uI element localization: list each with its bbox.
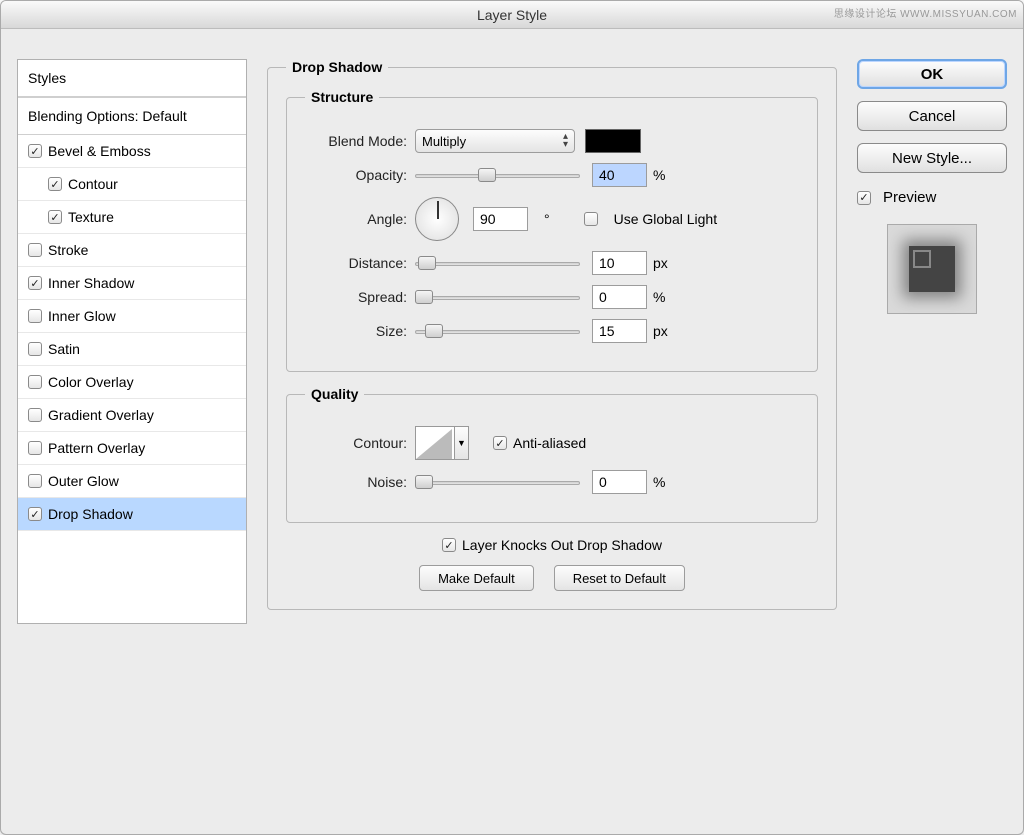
noise-slider[interactable] — [415, 472, 580, 492]
right-buttons: OK Cancel New Style... Preview — [857, 59, 1007, 624]
spread-unit: % — [653, 289, 665, 305]
style-item-label: Pattern Overlay — [48, 440, 145, 456]
noise-label: Noise: — [305, 474, 415, 490]
style-item-label: Gradient Overlay — [48, 407, 154, 423]
contour-dropdown-icon[interactable]: ▼ — [455, 426, 469, 460]
style-checkbox[interactable] — [28, 408, 42, 422]
distance-slider[interactable] — [415, 253, 580, 273]
angle-unit: ° — [544, 211, 550, 227]
opacity-input[interactable] — [592, 163, 647, 187]
opacity-unit: % — [653, 167, 665, 183]
style-item-contour[interactable]: Contour — [18, 168, 246, 201]
style-checkbox[interactable] — [28, 309, 42, 323]
quality-group: Quality Contour: ▼ Anti-aliased Noise: % — [286, 386, 818, 523]
style-checkbox[interactable] — [28, 441, 42, 455]
style-item-label: Inner Shadow — [48, 275, 134, 291]
style-item-outer-glow[interactable]: Outer Glow — [18, 465, 246, 498]
spread-slider[interactable] — [415, 287, 580, 307]
size-label: Size: — [305, 323, 415, 339]
spread-label: Spread: — [305, 289, 415, 305]
style-item-gradient-overlay[interactable]: Gradient Overlay — [18, 399, 246, 432]
opacity-label: Opacity: — [305, 167, 415, 183]
angle-dial[interactable] — [415, 197, 459, 241]
contour-label: Contour: — [305, 435, 415, 451]
styles-header[interactable]: Styles — [18, 60, 246, 97]
preview-label: Preview — [883, 189, 936, 206]
angle-label: Angle: — [305, 211, 415, 227]
global-light-checkbox[interactable] — [584, 212, 598, 226]
blend-mode-value: Multiply — [422, 134, 466, 149]
shadow-color-swatch[interactable] — [585, 129, 641, 153]
style-item-inner-glow[interactable]: Inner Glow — [18, 300, 246, 333]
global-light-label: Use Global Light — [614, 211, 718, 227]
panel-title: Drop Shadow — [286, 59, 388, 75]
antialias-label: Anti-aliased — [513, 435, 586, 451]
new-style-button[interactable]: New Style... — [857, 143, 1007, 173]
spread-input[interactable] — [592, 285, 647, 309]
style-item-satin[interactable]: Satin — [18, 333, 246, 366]
style-checkbox[interactable] — [48, 210, 62, 224]
style-item-label: Contour — [68, 176, 118, 192]
antialias-checkbox[interactable] — [493, 436, 507, 450]
watermark: 思缘设计论坛 WWW.MISSYUAN.COM — [834, 1, 1017, 29]
preview-checkbox[interactable] — [857, 191, 871, 205]
distance-unit: px — [653, 255, 668, 271]
style-item-label: Bevel & Emboss — [48, 143, 151, 159]
style-item-inner-shadow[interactable]: Inner Shadow — [18, 267, 246, 300]
style-checkbox[interactable] — [28, 144, 42, 158]
cancel-button[interactable]: Cancel — [857, 101, 1007, 131]
style-item-label: Inner Glow — [48, 308, 116, 324]
opacity-slider[interactable] — [415, 165, 580, 185]
main-panel: Drop Shadow Structure Blend Mode: Multip… — [267, 59, 837, 624]
blend-mode-label: Blend Mode: — [305, 133, 415, 149]
quality-legend: Quality — [305, 386, 364, 402]
style-item-drop-shadow[interactable]: Drop Shadow — [18, 498, 246, 531]
contour-thumbnail[interactable] — [415, 426, 455, 460]
distance-input[interactable] — [592, 251, 647, 275]
style-checkbox[interactable] — [28, 276, 42, 290]
style-item-bevel-emboss[interactable]: Bevel & Emboss — [18, 135, 246, 168]
knockout-label: Layer Knocks Out Drop Shadow — [462, 537, 662, 553]
blending-options[interactable]: Blending Options: Default — [18, 97, 246, 135]
structure-group: Structure Blend Mode: Multiply ▴▾ Opacit… — [286, 89, 818, 372]
style-checkbox[interactable] — [28, 507, 42, 521]
noise-unit: % — [653, 474, 665, 490]
style-item-texture[interactable]: Texture — [18, 201, 246, 234]
style-item-color-overlay[interactable]: Color Overlay — [18, 366, 246, 399]
style-checkbox[interactable] — [48, 177, 62, 191]
titlebar: Layer Style 思缘设计论坛 WWW.MISSYUAN.COM — [1, 1, 1023, 29]
window-title: Layer Style — [477, 7, 547, 23]
make-default-button[interactable]: Make Default — [419, 565, 534, 591]
style-item-label: Texture — [68, 209, 114, 225]
size-slider[interactable] — [415, 321, 580, 341]
style-item-label: Stroke — [48, 242, 88, 258]
style-checkbox[interactable] — [28, 474, 42, 488]
style-item-label: Outer Glow — [48, 473, 119, 489]
style-item-label: Color Overlay — [48, 374, 134, 390]
knockout-checkbox[interactable] — [442, 538, 456, 552]
size-input[interactable] — [592, 319, 647, 343]
select-arrows-icon: ▴▾ — [563, 133, 568, 149]
drop-shadow-group: Drop Shadow Structure Blend Mode: Multip… — [267, 59, 837, 610]
preview-thumbnail — [887, 224, 977, 314]
angle-input[interactable] — [473, 207, 528, 231]
style-item-label: Satin — [48, 341, 80, 357]
style-item-stroke[interactable]: Stroke — [18, 234, 246, 267]
styles-panel: Styles Blending Options: Default Bevel &… — [17, 59, 247, 624]
structure-legend: Structure — [305, 89, 379, 105]
ok-button[interactable]: OK — [857, 59, 1007, 89]
distance-label: Distance: — [305, 255, 415, 271]
size-unit: px — [653, 323, 668, 339]
blend-mode-select[interactable]: Multiply ▴▾ — [415, 129, 575, 153]
style-item-pattern-overlay[interactable]: Pattern Overlay — [18, 432, 246, 465]
style-checkbox[interactable] — [28, 243, 42, 257]
layer-style-dialog: Layer Style 思缘设计论坛 WWW.MISSYUAN.COM Styl… — [0, 0, 1024, 835]
style-checkbox[interactable] — [28, 342, 42, 356]
noise-input[interactable] — [592, 470, 647, 494]
reset-default-button[interactable]: Reset to Default — [554, 565, 685, 591]
style-item-label: Drop Shadow — [48, 506, 133, 522]
style-checkbox[interactable] — [28, 375, 42, 389]
